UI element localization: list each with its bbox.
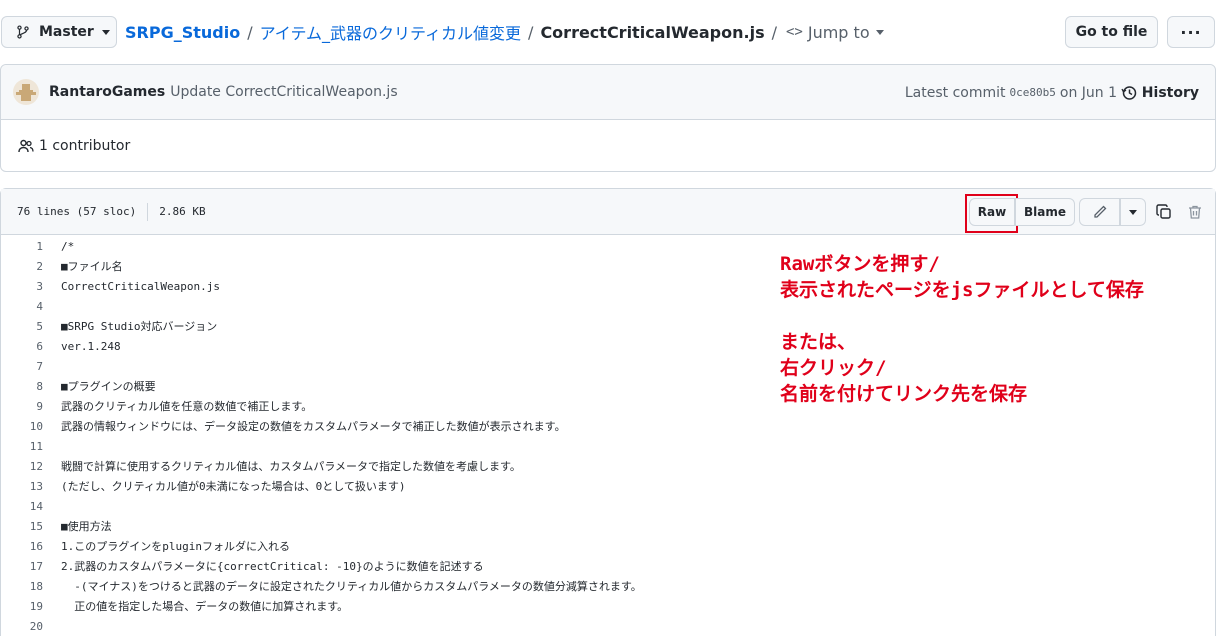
line-number[interactable]: 12 bbox=[1, 460, 43, 473]
line-content: 正の値を指定した場合、データの数値に加算されます。 bbox=[61, 600, 349, 613]
breadcrumb-file-name: CorrectCriticalWeapon.js bbox=[540, 22, 765, 42]
line-number[interactable]: 5 bbox=[1, 320, 43, 333]
contributors-row[interactable]: 1 contributor bbox=[1, 120, 1215, 172]
chevron-down-icon bbox=[1129, 209, 1137, 215]
code-line: 19 正の値を指定した場合、データの数値に加算されます。 bbox=[1, 596, 1215, 616]
line-content: ■使用方法 bbox=[61, 520, 112, 533]
branch-select-button[interactable]: Master bbox=[1, 16, 117, 48]
git-branch-icon bbox=[17, 25, 29, 39]
commit-row: RantaroGames Update CorrectCriticalWeapo… bbox=[1, 65, 1215, 120]
file-header: 76 lines (57 sloc) 2.86 KB Raw Blame bbox=[1, 189, 1215, 235]
line-content: (ただし、クリティカル値が0未満になった場合は、0として扱います) bbox=[61, 480, 406, 493]
code-line: 17 2.武器のカスタムパラメータに{correctCritical: -10}の… bbox=[1, 556, 1215, 576]
line-number[interactable]: 8 bbox=[1, 380, 43, 393]
line-number[interactable]: 15 bbox=[1, 520, 43, 533]
line-number[interactable]: 14 bbox=[1, 500, 43, 513]
more-options-button[interactable]: ··· bbox=[1167, 16, 1215, 48]
line-number[interactable]: 4 bbox=[1, 300, 43, 313]
annotation-note: Rawボタンを押す/ 表示されたページをjsファイルとして保存 または、 右クリ… bbox=[780, 253, 1144, 405]
line-content: ■SRPG Studio対応バージョン bbox=[61, 320, 218, 333]
contributors-count: 1 contributor bbox=[39, 138, 131, 154]
blame-button[interactable]: Blame bbox=[1015, 198, 1075, 226]
file-path-bar: Master SRPG_Studio / アイテム_武器のクリティカル値変更 /… bbox=[0, 16, 1227, 50]
commit-author-link[interactable]: RantaroGames bbox=[49, 84, 165, 100]
line-content: 2.武器のカスタムパラメータに{correctCritical: -10}のよう… bbox=[61, 560, 484, 573]
latest-commit-box: RantaroGames Update CorrectCriticalWeapo… bbox=[0, 64, 1216, 172]
history-label: History bbox=[1141, 84, 1199, 101]
file-size: 2.86 KB bbox=[159, 205, 206, 218]
file-lines-info: 76 lines (57 sloc) bbox=[17, 205, 137, 218]
line-number[interactable]: 7 bbox=[1, 360, 43, 373]
line-content: 武器のクリティカル値を任意の数値で補正します。 bbox=[61, 400, 313, 413]
line-number[interactable]: 2 bbox=[1, 260, 43, 273]
line-content: 1.このプラグインをpluginフォルダに入れる bbox=[61, 540, 290, 553]
line-number[interactable]: 20 bbox=[1, 620, 43, 633]
commit-meta: Latest commit 0ce80b5 on Jun 1 bbox=[905, 65, 1117, 120]
code-line: 14 bbox=[1, 496, 1215, 516]
breadcrumb-folder-link[interactable]: アイテム_武器のクリティカル値変更 bbox=[260, 20, 521, 44]
history-icon bbox=[1121, 85, 1137, 100]
commit-sha-link[interactable]: 0ce80b5 bbox=[1010, 86, 1056, 99]
line-number[interactable]: 3 bbox=[1, 280, 43, 293]
branch-label: Master bbox=[39, 24, 94, 40]
code-line: 13 (ただし、クリティカル値が0未満になった場合は、0として扱います) bbox=[1, 476, 1215, 496]
line-number[interactable]: 13 bbox=[1, 480, 43, 493]
line-content: ver.1.248 bbox=[61, 339, 121, 353]
line-content: -(マイナス)をつけると武器のデータに設定されたクリティカル値からカスタムパラメ… bbox=[61, 580, 642, 593]
line-content: ■プラグインの概要 bbox=[61, 380, 156, 393]
file-info: 76 lines (57 sloc) 2.86 KB bbox=[17, 202, 206, 221]
line-content: /* bbox=[61, 239, 75, 253]
line-number[interactable]: 9 bbox=[1, 400, 43, 413]
commit-message-link[interactable]: Update CorrectCriticalWeapon.js bbox=[170, 84, 397, 100]
trash-icon bbox=[1189, 205, 1201, 219]
code-line: 12 戦闘で計算に使用するクリティカル値は、カスタムパラメータで指定した数値を考慮… bbox=[1, 456, 1215, 476]
history-link[interactable]: History bbox=[1121, 65, 1199, 120]
breadcrumb-separator: / bbox=[247, 22, 253, 42]
code-line: 18 -(マイナス)をつけると武器のデータに設定されたクリティカル値からカスタム… bbox=[1, 576, 1215, 596]
commit-date: on Jun 1 bbox=[1059, 84, 1117, 101]
code-line: 15 ■使用方法 bbox=[1, 516, 1215, 536]
divider bbox=[147, 202, 149, 221]
breadcrumb-separator: / bbox=[528, 22, 534, 42]
people-icon bbox=[18, 139, 34, 153]
raw-button-highlight bbox=[965, 194, 1018, 233]
code-line: 20 bbox=[1, 616, 1215, 636]
avatar[interactable] bbox=[13, 79, 39, 105]
line-content: CorrectCriticalWeapon.js bbox=[61, 279, 220, 293]
copy-icon bbox=[1156, 204, 1171, 219]
line-number[interactable]: 19 bbox=[1, 600, 43, 613]
line-number[interactable]: 17 bbox=[1, 560, 43, 573]
jump-to-label: Jump to bbox=[807, 22, 870, 42]
edit-options-dropdown[interactable] bbox=[1120, 198, 1146, 226]
code-line: 16 1.このプラグインをpluginフォルダに入れる bbox=[1, 536, 1215, 556]
line-content: 戦闘で計算に使用するクリティカル値は、カスタムパラメータで指定した数値を考慮しま… bbox=[61, 460, 521, 473]
code-icon: <> bbox=[786, 24, 803, 40]
edit-file-button[interactable] bbox=[1079, 198, 1120, 226]
code-line: 10 武器の情報ウィンドウには、データ設定の数値をカスタムパラメータで補正した数値… bbox=[1, 416, 1215, 436]
code-line: 11 bbox=[1, 436, 1215, 456]
jump-to-menu[interactable]: <> Jump to bbox=[786, 23, 884, 42]
go-to-file-button[interactable]: Go to file bbox=[1065, 16, 1158, 48]
chevron-down-icon bbox=[875, 29, 884, 35]
breadcrumb-repo-link[interactable]: SRPG_Studio bbox=[125, 23, 240, 42]
copy-raw-button[interactable] bbox=[1154, 202, 1174, 222]
line-number[interactable]: 18 bbox=[1, 580, 43, 593]
chevron-down-icon bbox=[101, 29, 110, 35]
line-number[interactable]: 10 bbox=[1, 420, 43, 433]
line-number[interactable]: 1 bbox=[1, 240, 43, 253]
latest-commit-label: Latest commit bbox=[904, 84, 1006, 101]
line-content: ■ファイル名 bbox=[61, 260, 123, 273]
line-number[interactable]: 6 bbox=[1, 340, 43, 353]
line-content: 武器の情報ウィンドウには、データ設定の数値をカスタムパラメータで補正した数値が表… bbox=[61, 420, 566, 433]
line-number[interactable]: 11 bbox=[1, 440, 43, 453]
delete-file-button[interactable] bbox=[1185, 202, 1205, 222]
breadcrumb-separator: / bbox=[771, 22, 777, 42]
line-number[interactable]: 16 bbox=[1, 540, 43, 553]
pencil-icon bbox=[1093, 205, 1106, 218]
breadcrumb: SRPG_Studio / アイテム_武器のクリティカル値変更 / Correc… bbox=[125, 16, 884, 48]
